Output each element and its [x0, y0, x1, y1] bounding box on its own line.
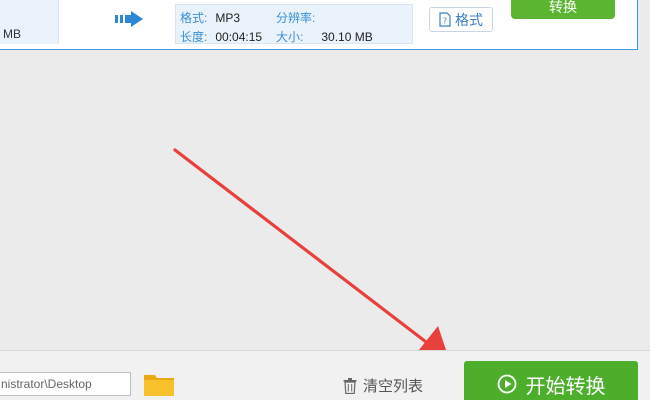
- file-list-row[interactable]: MB 格式: MP3 分辨率: 长度: 00:04:15 大小: 30.10 MB ?…: [0, 0, 638, 50]
- size-value: 30.10 MB: [321, 30, 373, 44]
- start-convert-label: 开始转换: [525, 375, 606, 398]
- trash-icon: [343, 377, 357, 394]
- clear-list-button[interactable]: 清空列表: [343, 375, 423, 396]
- source-file-card[interactable]: MB: [0, 0, 59, 44]
- red-arrow-annotation: [173, 148, 450, 362]
- format-button-label: 格式: [455, 11, 483, 28]
- folder-icon[interactable]: [143, 371, 175, 397]
- format-label: 格式:: [180, 11, 208, 25]
- size-info: 大小: 30.10 MB: [276, 28, 373, 45]
- source-file-size: MB: [3, 27, 21, 41]
- size-label: 大小:: [276, 30, 304, 44]
- output-file-info: 格式: MP3 分辨率: 长度: 00:04:15 大小: 30.10 MB: [175, 4, 413, 44]
- start-convert-button[interactable]: 开始转换: [464, 361, 638, 400]
- bottom-toolbar: 清空列表 开始转换: [0, 350, 650, 400]
- duration-label: 长度:: [180, 30, 208, 44]
- output-path-input[interactable]: [0, 372, 131, 396]
- duration-value: 00:04:15: [215, 30, 263, 44]
- format-button[interactable]: ? 格式: [429, 7, 493, 32]
- doc-icon: ?: [439, 12, 451, 27]
- format-info: 格式: MP3: [180, 9, 240, 26]
- convert-button-label: 转换: [549, 0, 577, 15]
- convert-arrow-icon: [115, 11, 143, 27]
- clear-list-label: 清空列表: [363, 378, 424, 395]
- convert-button[interactable]: 转换: [511, 0, 615, 19]
- duration-info: 长度: 00:04:15: [180, 28, 262, 45]
- play-circle-icon: [497, 374, 516, 394]
- format-value: MP3: [215, 11, 241, 25]
- resolution-info: 分辨率:: [276, 9, 323, 26]
- svg-text:?: ?: [443, 17, 447, 26]
- resolution-label: 分辨率:: [276, 11, 316, 25]
